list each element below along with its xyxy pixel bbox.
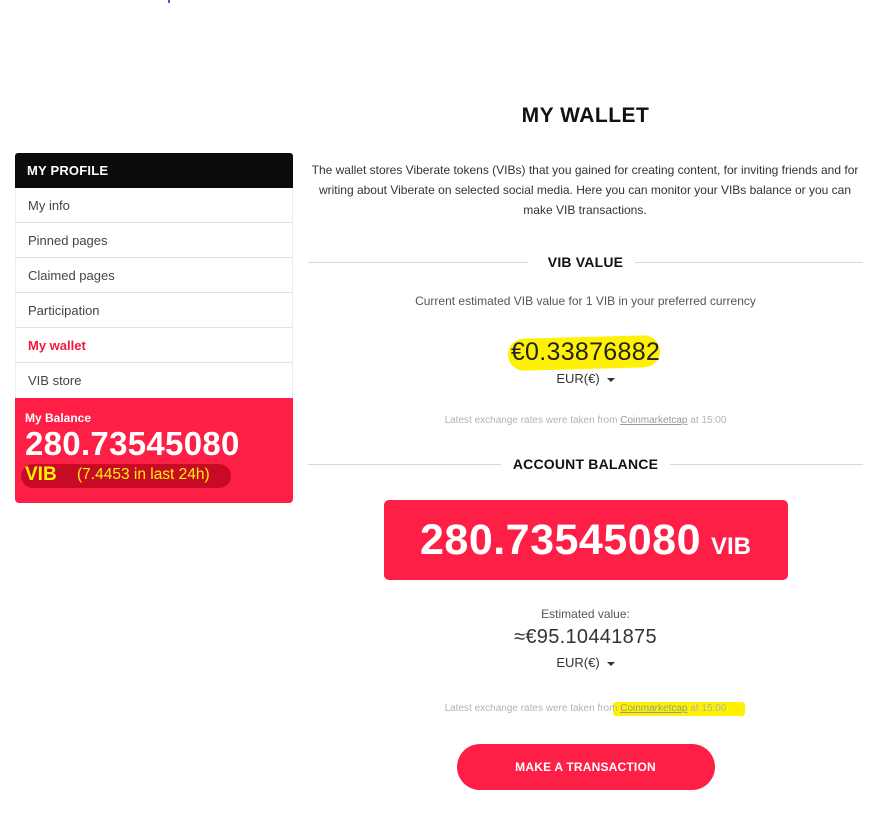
profile-sidebar: MY PROFILE My info Pinned pages Claimed … [15, 153, 293, 503]
caret-down-icon [606, 661, 615, 666]
divider-right [649, 464, 863, 465]
divider-left [308, 464, 508, 465]
balance-change-row: VIB (7.4453 in last 24h) [21, 463, 283, 489]
balance-title: My Balance [25, 411, 92, 425]
exchange-rates-note-balance: Latest exchange rates were taken from Co… [308, 700, 863, 718]
sidebar-item-vib-store[interactable]: VIB store [15, 363, 293, 398]
currency-select-vib-value[interactable]: EUR(€) [308, 371, 863, 386]
my-balance-card: My Balance 280.73545080 VIB (7.4453 in l… [15, 398, 293, 503]
caret-down-icon [606, 377, 615, 382]
vib-value-label: VIB VALUE [535, 250, 636, 274]
make-transaction-button[interactable]: MAKE A TRANSACTION [456, 744, 715, 790]
coinmarketcap-link[interactable]: Coinmarketcap [620, 415, 687, 426]
exchange-rates-note: Latest exchange rates were taken from Co… [308, 415, 863, 426]
vib-value-display: €0.33876882 [308, 335, 863, 371]
rates-suffix: at 15:00 [690, 703, 727, 714]
account-balance-heading: ACCOUNT BALANCE [308, 452, 863, 476]
sidebar-item-my-info[interactable]: My info [15, 188, 293, 223]
balance-amount: 280.73545080 [25, 425, 240, 462]
divider-left [308, 262, 528, 263]
currency-select-value: EUR(€) [556, 655, 600, 670]
sidebar-header: MY PROFILE [15, 153, 293, 188]
vib-value-heading: VIB VALUE [308, 250, 863, 274]
vib-value-subtitle: Current estimated VIB value for 1 VIB in… [415, 294, 756, 308]
account-balance-unit: VIB [711, 533, 752, 560]
page-title: MY WALLET [521, 104, 650, 127]
account-balance-amount: 280.73545080 [419, 516, 701, 564]
account-balance-label: ACCOUNT BALANCE [500, 452, 671, 476]
rates-suffix: at 15:00 [690, 415, 727, 426]
balance-change-24h: (7.4453 in last 24h) [77, 466, 210, 483]
wallet-main: MY WALLET The wallet stores Viberate tok… [308, 100, 863, 790]
rates-prefix: Latest exchange rates were taken from [444, 415, 618, 426]
estimated-value: ≈€95.10441875 [514, 626, 657, 648]
wallet-intro: The wallet stores Viberate tokens (VIBs)… [311, 163, 859, 217]
estimated-value-label: Estimated value: [541, 607, 630, 621]
sidebar-item-my-wallet[interactable]: My wallet [15, 328, 293, 363]
sidebar-item-participation[interactable]: Participation [15, 293, 293, 328]
currency-select-value: EUR(€) [556, 371, 600, 386]
top-artifact [168, 0, 170, 3]
sidebar-item-pinned-pages[interactable]: Pinned pages [15, 223, 293, 258]
vib-value-amount: €0.33876882 [510, 338, 661, 366]
coinmarketcap-link[interactable]: Coinmarketcap [620, 703, 687, 714]
balance-unit: VIB [25, 464, 57, 485]
rates-prefix: Latest exchange rates were taken from [444, 703, 618, 714]
account-balance-card: 280.73545080 VIB [383, 500, 788, 580]
divider-right [631, 262, 863, 263]
sidebar-item-claimed-pages[interactable]: Claimed pages [15, 258, 293, 293]
currency-select-balance[interactable]: EUR(€) [308, 655, 863, 670]
